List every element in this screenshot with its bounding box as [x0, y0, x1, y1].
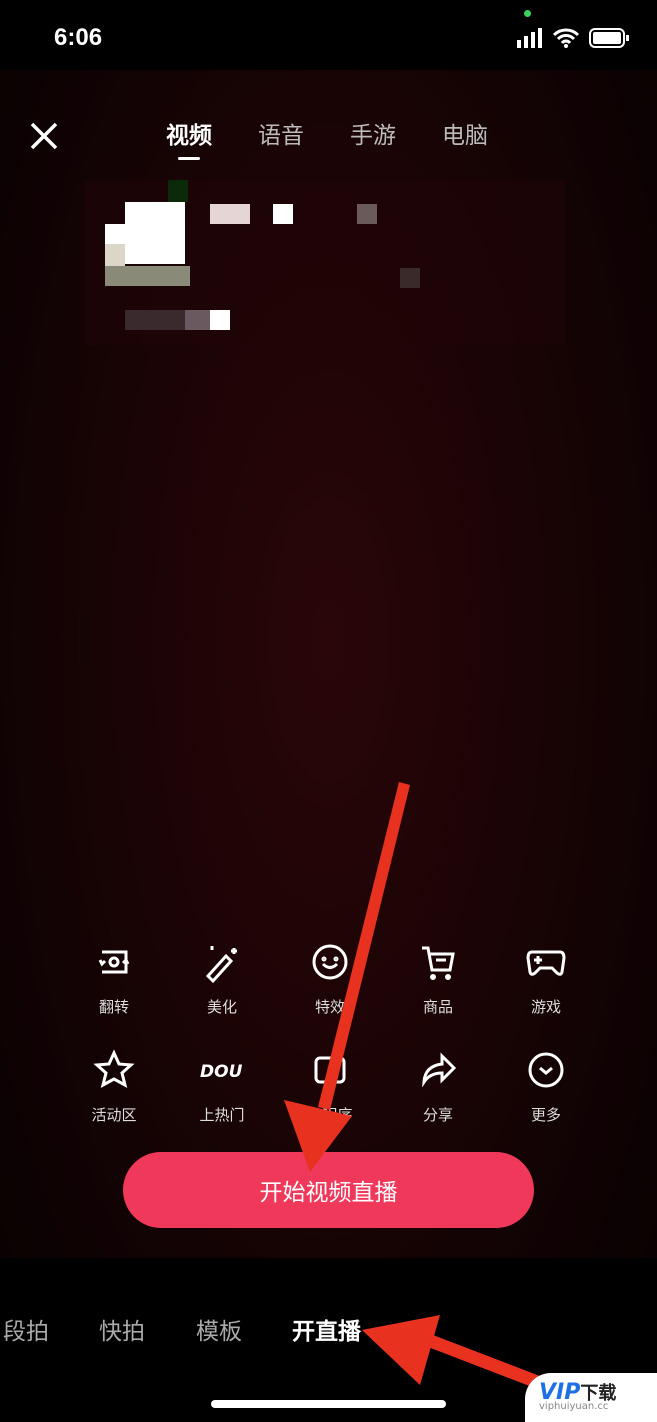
mode-template[interactable]: 模板 [196, 1312, 242, 1346]
tab-voice[interactable]: 语音 [258, 116, 304, 150]
tab-mobile-game[interactable]: 手游 [350, 116, 396, 150]
tools-row-1: 翻转 美化 特效 商品 游戏 [60, 940, 600, 1017]
status-bar: 6:06 [0, 0, 657, 70]
magic-wand-icon [205, 946, 237, 984]
home-indicator[interactable] [211, 1400, 446, 1408]
tool-mini-program[interactable]: 小程序 [276, 1048, 384, 1125]
battery-icon [589, 28, 629, 48]
flip-camera-icon [98, 950, 130, 974]
mode-segment[interactable]: 段拍 [3, 1312, 49, 1346]
pixelated-cover-info [85, 180, 565, 345]
live-setup-screen: 6:06 视频 语音 手游 电脑 翻转 美化 特效 商品 游戏 活动区 DOU 上… [0, 0, 657, 1422]
status-time: 6:06 [54, 24, 103, 51]
tool-flip[interactable]: 翻转 [60, 940, 168, 1017]
tool-effects[interactable]: 特效 [276, 940, 384, 1017]
watermark-url: viphuiyuan.cc [539, 1401, 609, 1412]
tool-games[interactable]: 游戏 [492, 940, 600, 1017]
tab-video[interactable]: 视频 [166, 116, 212, 160]
tool-activity[interactable]: 活动区 [60, 1048, 168, 1125]
signal-icon [517, 28, 542, 48]
mode-quick[interactable]: 快拍 [99, 1312, 145, 1346]
tool-promote[interactable]: DOU 上热门 [168, 1048, 276, 1125]
mini-program-icon [314, 1056, 346, 1084]
gamepad-icon [526, 950, 566, 976]
svg-text:DOU: DOU [200, 1062, 243, 1082]
wifi-icon [553, 28, 579, 48]
tools-row-2: 活动区 DOU 上热门 小程序 分享 更多 [60, 1048, 600, 1125]
tab-pc[interactable]: 电脑 [442, 116, 488, 150]
start-video-live-button[interactable]: 开始视频直播 [123, 1152, 534, 1228]
tool-more[interactable]: 更多 [492, 1048, 600, 1125]
mode-go-live[interactable]: 开直播 [292, 1312, 361, 1346]
live-type-tabs: 视频 语音 手游 电脑 [166, 116, 488, 160]
smiley-icon [312, 944, 348, 980]
tool-beautify[interactable]: 美化 [168, 940, 276, 1017]
tool-products[interactable]: 商品 [384, 940, 492, 1017]
dou-plus-icon: DOU [200, 1062, 243, 1082]
star-icon [93, 1049, 135, 1088]
cart-icon [422, 946, 455, 980]
share-icon [422, 1052, 457, 1088]
more-icon [528, 1052, 564, 1088]
tool-share[interactable]: 分享 [384, 1048, 492, 1125]
close-icon[interactable] [28, 120, 60, 152]
watermark-logo: VIP下载 viphuiyuan.cc [525, 1373, 657, 1422]
camera-indicator-icon [524, 10, 531, 17]
